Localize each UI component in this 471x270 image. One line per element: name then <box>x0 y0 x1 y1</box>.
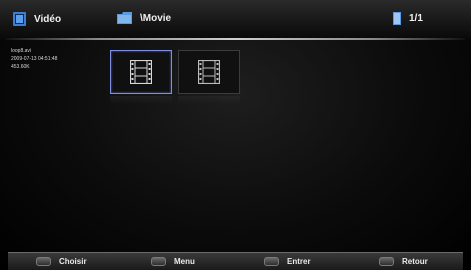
page-indicator: 1/1 <box>409 13 423 24</box>
page-counter: 1/1 <box>393 12 423 25</box>
thumbnail-item-2[interactable] <box>178 50 240 94</box>
path-label: \Movie <box>140 12 172 24</box>
section-label: Vidéo <box>34 13 62 25</box>
remote-key-icon <box>379 257 394 266</box>
header-divider <box>6 38 465 40</box>
back-label: Retour <box>402 257 428 266</box>
menu-hint[interactable]: Menu <box>151 257 195 266</box>
remote-key-icon <box>264 257 279 266</box>
folder-icon <box>117 12 132 24</box>
file-name: loop8.avi <box>11 48 32 54</box>
enter-label: Entrer <box>287 257 311 266</box>
remote-key-icon <box>151 257 166 266</box>
file-date: 2009-07-13 04:51:48 <box>11 56 58 62</box>
footer-bar: Choisir Menu Entrer Retour <box>8 252 463 270</box>
choose-label: Choisir <box>59 257 87 266</box>
film-icon <box>198 60 220 84</box>
file-info-panel: loop8.avi 2009-07-13 04:51:48 453.60K <box>11 47 57 71</box>
enter-hint[interactable]: Entrer <box>264 257 311 266</box>
file-size: 453.60K <box>11 64 30 70</box>
video-icon <box>13 12 26 26</box>
thumbnail-item-1[interactable] <box>110 50 172 94</box>
current-path: \Movie <box>117 12 171 24</box>
section-indicator: Vidéo <box>13 12 61 26</box>
menu-label: Menu <box>174 257 195 266</box>
thumbnail-reflection <box>110 96 172 104</box>
media-browser-screen: Vidéo \Movie 1/1 loop8.avi 2009-07-13 04… <box>0 0 471 270</box>
thumbnail-reflection <box>178 96 240 104</box>
page-icon <box>393 12 401 25</box>
film-icon <box>130 60 152 84</box>
back-hint[interactable]: Retour <box>379 257 428 266</box>
header-bar: Vidéo \Movie 1/1 <box>0 0 471 40</box>
remote-key-icon <box>36 257 51 266</box>
choose-hint[interactable]: Choisir <box>36 257 87 266</box>
